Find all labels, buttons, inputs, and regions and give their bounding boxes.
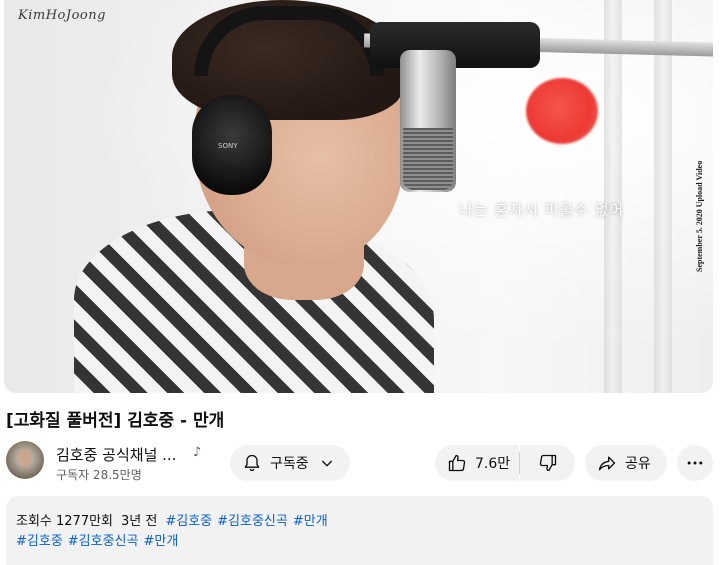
meta-hashtag[interactable]: #만개 — [293, 514, 328, 529]
like-count: 7.6만 — [475, 456, 511, 472]
view-count: 조회수 1277만회 — [16, 514, 114, 529]
lyric-caption: 나는 혼자서 피울수 없어 — [459, 201, 625, 219]
subscriber-count: 구독자 28.5만명 — [56, 468, 142, 482]
thumbs-up-icon — [447, 453, 467, 473]
window-frame — [654, 0, 672, 393]
like-button[interactable]: 7.6만 — [435, 445, 519, 481]
more-horizontal-icon — [685, 453, 705, 473]
music-note-icon: ♪ — [193, 445, 202, 460]
hashtag-link[interactable]: #만개 — [143, 534, 178, 549]
video-title: [고화질 풀버전] 김호중 - 만개 — [6, 411, 225, 431]
headphone-brand: SONY — [218, 142, 238, 150]
channel-avatar[interactable] — [6, 441, 44, 479]
chevron-down-icon — [319, 455, 335, 471]
thumbs-down-icon — [538, 453, 558, 473]
share-arrow-icon — [597, 453, 617, 473]
hashtag-link[interactable]: #김호중신곡 — [68, 534, 139, 549]
meta-hashtag[interactable]: #김호중 — [165, 514, 212, 529]
red-light — [526, 78, 598, 144]
share-label: 공유 — [625, 456, 651, 472]
subscribe-label: 구독중 — [270, 456, 309, 472]
upload-date: 3년 전 — [121, 514, 158, 529]
description-hashtags: #김호중 #김호중신곡 #만개 — [16, 530, 183, 549]
window-frame — [604, 0, 622, 393]
avatar-face — [18, 449, 32, 467]
video-player[interactable]: SONY KimHoJoong 나는 혼자서 피울수 없어 September … — [4, 0, 713, 393]
subscribe-button[interactable]: 구독중 — [230, 445, 350, 481]
share-button[interactable]: 공유 — [585, 445, 667, 481]
description-meta: 조회수 1277만회 3년 전 #김호중 #김호중신곡 #만개 — [16, 510, 333, 529]
dislike-button[interactable] — [520, 445, 575, 481]
more-actions-button[interactable] — [677, 445, 713, 481]
channel-name[interactable]: 김호중 공식채널 ... — [56, 444, 176, 465]
upload-date-note: September 5. 2020 Upload Video — [695, 160, 704, 272]
description-box[interactable]: 조회수 1277만회 3년 전 #김호중 #김호중신곡 #만개 #김호중 #김호중신곡 #만… — [6, 496, 713, 565]
channel-watermark-logo: KimHoJoong — [18, 8, 106, 23]
bell-icon — [242, 453, 262, 473]
microphone-grille — [403, 128, 453, 190]
hashtag-link[interactable]: #김호중 — [16, 534, 63, 549]
meta-hashtag[interactable]: #김호중신곡 — [217, 514, 288, 529]
